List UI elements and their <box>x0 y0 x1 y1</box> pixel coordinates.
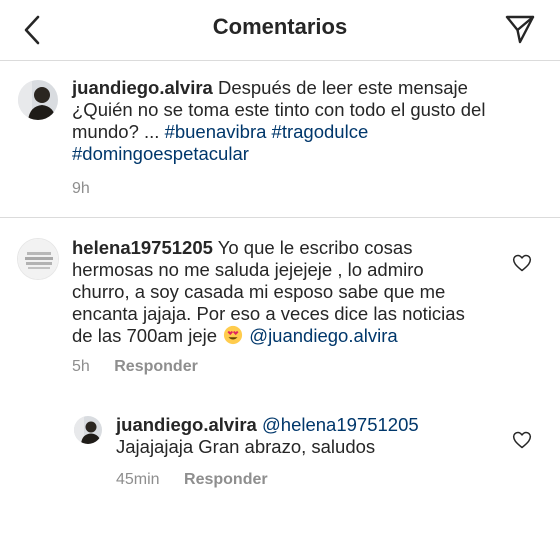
reply-text-line2: Jajajajaja Gran abrazo, saludos <box>116 436 376 457</box>
comment-text-line1: Yo que le escribo cosas <box>212 237 413 258</box>
header-divider <box>0 60 560 61</box>
reply-timestamp: 45min <box>116 471 160 488</box>
mention-link[interactable]: @helena19751205 <box>262 414 419 435</box>
hashtag-link[interactable]: #domingoespetacular <box>72 143 249 164</box>
mention-link[interactable]: @juandiego.alvira <box>249 325 397 346</box>
heart-icon[interactable] <box>512 253 532 273</box>
comment-meta: 5h Responder <box>72 358 198 376</box>
comment-text-line2: hermosas no me saluda jejejeje , lo admi… <box>72 259 424 280</box>
caption-divider <box>0 217 560 218</box>
reply-button[interactable]: Responder <box>184 471 268 488</box>
caption-text-line2: ¿Quién no se toma este tinto con todo el… <box>72 99 486 120</box>
caption-timestamp: 9h <box>72 180 90 197</box>
reply-meta: 45min Responder <box>116 471 268 489</box>
heart-icon[interactable] <box>512 430 532 450</box>
caption-text-line1: Después de leer este mensaje <box>212 77 468 98</box>
caption-text-line3: mundo? ... <box>72 121 165 142</box>
caption-username[interactable]: juandiego.alvira <box>72 77 213 98</box>
reply-button[interactable]: Responder <box>114 358 198 375</box>
paper-plane-icon[interactable] <box>504 13 536 45</box>
heart-eyes-emoji-icon <box>222 325 244 345</box>
avatar[interactable] <box>17 238 59 280</box>
comment-text-line4: encanta jajaja. Por eso a veces dice las… <box>72 303 465 324</box>
hashtag-link[interactable]: #tragodulce <box>272 121 369 142</box>
comment-username[interactable]: helena19751205 <box>72 237 213 258</box>
avatar[interactable] <box>18 80 58 120</box>
caption-text: juandiego.alvira Después de leer este me… <box>72 77 542 165</box>
avatar[interactable] <box>74 416 102 444</box>
hashtag-link[interactable]: #buenavibra <box>165 121 267 142</box>
comment-timestamp: 5h <box>72 358 90 375</box>
page-title: Comentarios <box>212 14 348 39</box>
comment-text-line5: de las 700am jeje <box>72 325 223 346</box>
reply-username[interactable]: juandiego.alvira <box>116 414 257 435</box>
reply-text: juandiego.alvira @helena19751205 Jajajaj… <box>116 414 496 458</box>
top-bar: Comentarios <box>0 0 560 60</box>
comment-text: helena19751205 Yo que le escribo cosas h… <box>72 237 502 347</box>
comment-text-line3: churro, a soy casada mi esposo sabe que … <box>72 281 446 302</box>
